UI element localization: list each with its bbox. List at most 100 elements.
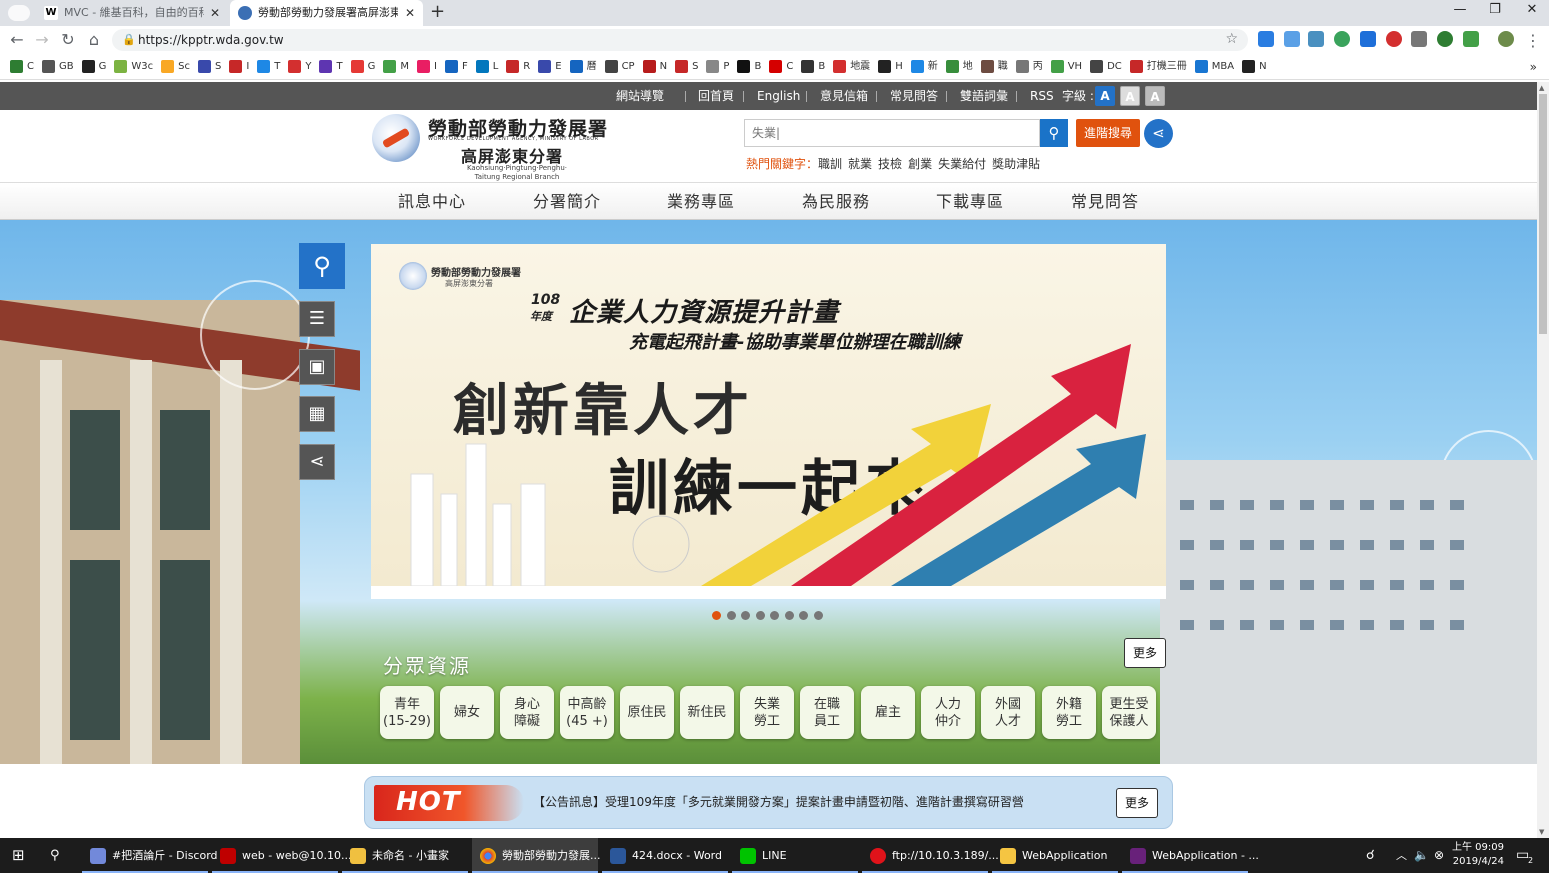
sitemap-link[interactable]: 網站導覽 [616, 82, 664, 110]
bookmark-item[interactable]: R [506, 54, 530, 79]
list-tool-button[interactable]: ☰ [299, 301, 335, 337]
page-scrollbar[interactable]: ▲ ▼ [1537, 82, 1549, 838]
slide-dot[interactable] [726, 611, 736, 620]
bookmark-star-icon[interactable]: ☆ [1225, 31, 1238, 47]
audience-women[interactable]: 婦女 [440, 686, 494, 739]
slide-dot[interactable] [813, 611, 823, 620]
bookmark-item[interactable]: 地震 [833, 54, 870, 79]
bookmark-item[interactable]: DC [1090, 54, 1122, 79]
reload-icon[interactable]: ↻ [59, 31, 77, 49]
home-link[interactable]: 回首頁 [698, 82, 734, 110]
close-tab-icon[interactable]: ✕ [405, 0, 415, 26]
slide-dot[interactable] [741, 611, 750, 620]
font-large-button[interactable]: A [1095, 86, 1115, 106]
nav-services[interactable]: 為民服務 [802, 183, 870, 221]
nav-about[interactable]: 分署簡介 [533, 183, 601, 221]
audience-more-button[interactable]: 更多 [1124, 638, 1166, 668]
profile-avatar[interactable] [1498, 31, 1514, 47]
audience-foreign-talent[interactable]: 外國 人才 [981, 686, 1035, 739]
taskbar-app-line[interactable]: LINE [732, 838, 858, 873]
bookmark-item[interactable]: B [801, 54, 825, 79]
rss-link[interactable]: RSS [1030, 82, 1054, 110]
new-tab-icon[interactable]: + [430, 0, 445, 24]
gallery-tool-button[interactable]: ▣ [299, 349, 335, 385]
nav-faq[interactable]: 常見問答 [1071, 183, 1139, 221]
advanced-search-button[interactable]: 進階搜尋 [1076, 119, 1140, 147]
share-icon[interactable]: ⋖ [1144, 119, 1173, 148]
windows-start-icon[interactable]: ⊞ [12, 838, 25, 873]
audience-new-immigrants[interactable]: 新住民 [680, 686, 734, 739]
taskbar-app-explorer[interactable]: WebApplication [992, 838, 1118, 873]
bookmark-item[interactable]: I [229, 54, 249, 79]
font-medium-button[interactable]: A [1120, 86, 1140, 106]
bookmark-item[interactable]: S [675, 54, 698, 79]
nav-business[interactable]: 業務專區 [667, 183, 735, 221]
bookmark-item[interactable]: E [538, 54, 562, 79]
close-window-icon[interactable]: ✕ [1512, 0, 1549, 22]
restore-icon[interactable]: ❐ [1475, 0, 1515, 22]
taskbar-app-discord[interactable]: #把酒論斤 - Discord [82, 838, 218, 873]
bookmark-item[interactable]: T [319, 54, 343, 79]
hot-keyword[interactable]: 創業 [908, 157, 932, 171]
bookmark-item[interactable]: L [475, 54, 498, 79]
extension-icon[interactable] [1411, 31, 1427, 47]
bookmark-item[interactable]: 曆 [569, 54, 597, 79]
share-tool-button[interactable]: ⋖ [299, 444, 335, 480]
scroll-thumb[interactable] [1539, 94, 1547, 334]
taskbar-app-filezilla[interactable]: web - web@10.10... [212, 838, 351, 873]
volume-icon[interactable]: 🔈 [1414, 838, 1429, 873]
banner-slide[interactable]: 勞動部勞動力發展署 高屏澎東分署 108 年度 企業人力資源提升計畫 充電起飛計… [371, 244, 1166, 599]
bookmark-item[interactable]: T [257, 54, 280, 79]
extension-icon[interactable] [1308, 31, 1324, 47]
audience-middle-aged[interactable]: 中高齡 (45 +) [560, 686, 614, 739]
extension-icon[interactable] [1386, 31, 1402, 47]
bookmark-item[interactable]: N [642, 54, 667, 79]
forward-icon[interactable]: → [33, 31, 51, 49]
taskbar-app-opera[interactable]: ftp://10.10.3.189/... [862, 838, 999, 873]
faq-link[interactable]: 常見問答 [890, 82, 938, 110]
bookmark-item[interactable]: M [383, 54, 409, 79]
bookmark-item[interactable]: G [81, 54, 106, 79]
audience-foreign-workers[interactable]: 外籍 勞工 [1042, 686, 1096, 739]
taskbar-app-paint[interactable]: 未命名 - 小畫家 [342, 838, 468, 873]
minimize-icon[interactable]: — [1440, 0, 1480, 22]
font-small-button[interactable]: A [1145, 86, 1165, 106]
tab-search-icon[interactable] [8, 5, 30, 21]
browser-tab-wikipedia[interactable]: WMVC - 維基百科，自由的百科全書 ✕ [36, 0, 228, 26]
bookmark-item[interactable]: C [769, 54, 793, 79]
news-more-button[interactable]: 更多 [1116, 788, 1158, 818]
bookmark-item[interactable]: 職 [980, 54, 1008, 79]
bookmark-item[interactable]: W3c [114, 54, 153, 79]
search-button[interactable]: ⚲ [1040, 119, 1068, 147]
grid-tool-button[interactable]: ▦ [299, 396, 335, 432]
slide-dot[interactable] [799, 611, 808, 620]
extension-icon[interactable] [1258, 31, 1274, 47]
bookmark-item[interactable]: VH [1050, 54, 1082, 79]
hot-keyword[interactable]: 就業 [848, 157, 872, 171]
bookmark-item[interactable]: Sc [161, 54, 190, 79]
network-icon[interactable]: ⊗ [1434, 838, 1444, 873]
news-headline[interactable]: 【公告訊息】受理109年度「多元就業開發方案」提案計畫申請暨初階、進階計畫撰寫研… [533, 793, 1024, 810]
bookmark-item[interactable]: N [1242, 54, 1267, 79]
scroll-up-icon[interactable]: ▲ [1539, 84, 1544, 92]
bookmark-item[interactable]: 新 [910, 54, 938, 79]
audience-unemployed[interactable]: 失業 勞工 [740, 686, 794, 739]
bookmark-item[interactable]: C [10, 54, 34, 79]
bookmark-item[interactable]: B [737, 54, 761, 79]
extension-icon[interactable] [1334, 31, 1350, 47]
search-tool-button[interactable]: ⚲ [299, 243, 345, 289]
slide-dot[interactable] [712, 611, 721, 620]
audience-rehabilitated[interactable]: 更生受 保護人 [1102, 686, 1156, 739]
audience-employers[interactable]: 雇主 [861, 686, 915, 739]
audience-agencies[interactable]: 人力 仲介 [921, 686, 975, 739]
bookmarks-overflow-icon[interactable]: » [1530, 54, 1537, 79]
people-icon[interactable]: ☌ [1366, 838, 1375, 873]
bookmark-item[interactable]: F [444, 54, 468, 79]
extension-icon[interactable] [1437, 31, 1453, 47]
search-icon[interactable]: ⚲ [50, 838, 60, 873]
tray-chevron-icon[interactable]: ︿ [1396, 838, 1407, 873]
bookmark-item[interactable]: 打機三冊 [1129, 54, 1187, 79]
slide-dot[interactable] [755, 611, 765, 620]
bookmark-item[interactable]: P [706, 54, 729, 79]
bookmark-item[interactable]: 地 [945, 54, 973, 79]
